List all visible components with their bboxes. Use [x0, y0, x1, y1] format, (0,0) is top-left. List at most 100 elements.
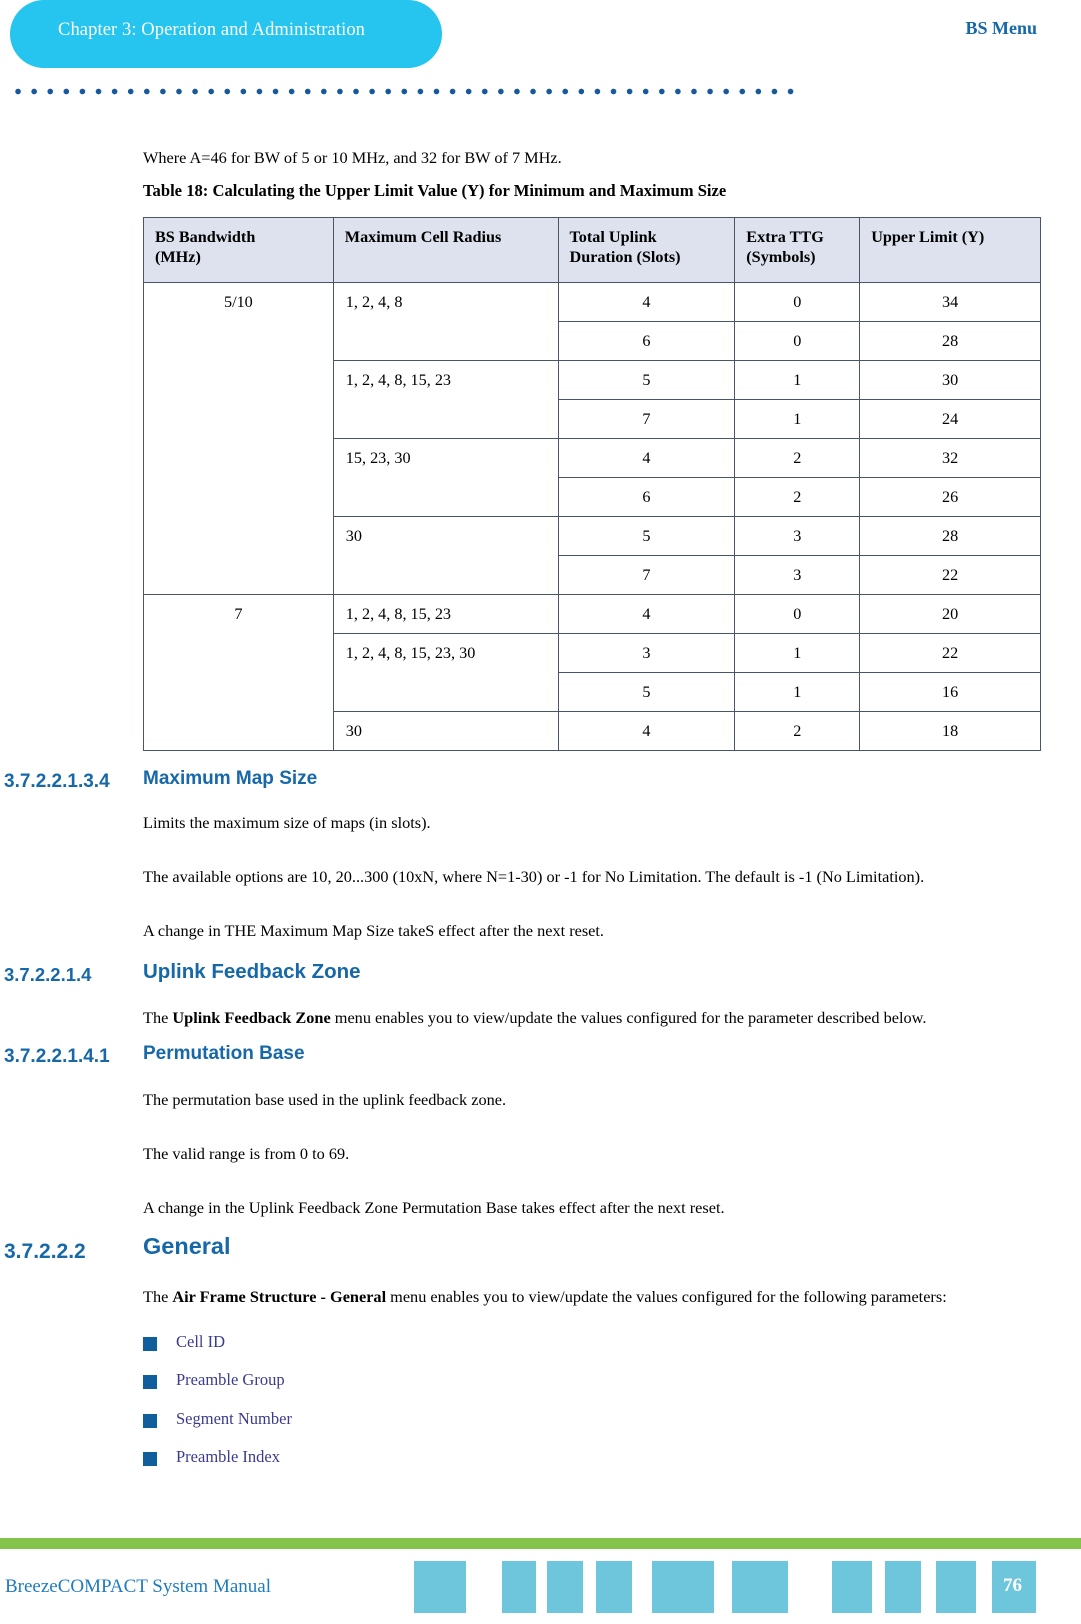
cell-total-uplink-duration: 5: [557, 671, 736, 712]
section-title-general: General: [143, 1233, 231, 1259]
footer-block: [414, 1561, 466, 1613]
list-item-label[interactable]: Preamble Group: [176, 1370, 285, 1390]
column-header-line-1: Extra TTG: [746, 228, 824, 246]
paragraph-general: The Air Frame Structure - General menu e…: [143, 1287, 947, 1307]
page-number: 76: [1003, 1575, 1022, 1596]
footer-block: [502, 1561, 536, 1613]
paragraph-map-size-reset: A change in THE Maximum Map Size takeS e…: [143, 921, 605, 940]
cell-upper-limit: 34: [859, 281, 1041, 322]
column-header-line-1: Total Uplink: [569, 228, 657, 246]
cell-upper-limit: 22: [859, 632, 1041, 673]
cell-extra-ttg: 1: [734, 398, 861, 439]
cell-total-uplink-duration: 7: [557, 398, 736, 439]
list-item-label[interactable]: Cell ID: [176, 1332, 225, 1352]
footer-manual-title: BreezeCOMPACT System Manual: [5, 1576, 271, 1597]
paragraph-text-pre: The: [143, 1008, 173, 1027]
square-bullet-icon: [143, 1337, 157, 1351]
table-header-row: BS Bandwidth (MHz) Maximum Cell Radius T…: [143, 217, 1041, 283]
page-header: Chapter 3: Operation and Administration …: [0, 0, 1081, 110]
page-footer: BreezeCOMPACT System Manual 76: [0, 1538, 1081, 1624]
column-header-max-cell-radius: Maximum Cell Radius: [332, 217, 559, 283]
section-number-maximum-map-size: 3.7.2.2.1.3.4: [4, 771, 110, 792]
square-bullet-icon: [143, 1414, 157, 1428]
cell-extra-ttg: 2: [734, 710, 861, 751]
table-header: BS Bandwidth (MHz) Maximum Cell Radius T…: [143, 217, 1041, 283]
cell-upper-limit: 30: [859, 359, 1041, 400]
square-bullet-icon: [143, 1452, 157, 1466]
upper-limit-table: BS Bandwidth (MHz) Maximum Cell Radius T…: [143, 217, 1041, 751]
footer-block: [596, 1561, 632, 1613]
table-row: 5/10 1, 2, 4, 8 4 0 34: [143, 281, 1041, 595]
cell-extra-ttg: 1: [734, 671, 861, 712]
cell-max-cell-radius: 30: [332, 515, 559, 595]
column-header-line-2: Duration (Slots): [569, 247, 681, 266]
footer-block: [547, 1561, 583, 1613]
square-bullet-icon: [143, 1375, 157, 1389]
paragraph-uplink-feedback-zone: The Uplink Feedback Zone menu enables yo…: [143, 1008, 926, 1028]
cell-extra-ttg: 2: [734, 437, 861, 478]
cell-max-cell-radius: 1, 2, 4, 8: [332, 281, 559, 361]
table-body: 5/10 1, 2, 4, 8 4 0 34 6 0 28 1, 2, 4, 8, 15, 23…: [143, 281, 1041, 751]
dotted-divider: [10, 88, 795, 95]
list-item-label[interactable]: Preamble Index: [176, 1447, 280, 1467]
cell-total-uplink-duration: 7: [557, 554, 736, 595]
cell-total-uplink-duration: 6: [557, 476, 736, 517]
cell-extra-ttg: 1: [734, 359, 861, 400]
cell-upper-limit: 18: [859, 710, 1041, 751]
cell-extra-ttg: 1: [734, 632, 861, 673]
where-line: Where A=46 for BW of 5 or 10 MHz, and 32…: [143, 148, 562, 167]
paragraph-text-pre: The: [143, 1287, 173, 1306]
column-header-upper-limit: Upper Limit (Y): [859, 217, 1041, 283]
column-header-bs-bandwidth: BS Bandwidth (MHz): [143, 217, 334, 283]
footer-block: [936, 1561, 976, 1613]
section-title-maximum-map-size: Maximum Map Size: [143, 768, 318, 789]
section-title-uplink-feedback-zone: Uplink Feedback Zone: [143, 960, 361, 983]
cell-total-uplink-duration: 4: [557, 593, 736, 634]
cell-extra-ttg: 0: [734, 281, 861, 322]
chapter-title: Chapter 3: Operation and Administration: [58, 20, 366, 40]
cell-total-uplink-duration: 4: [557, 710, 736, 751]
cell-total-uplink-duration: 4: [557, 281, 736, 322]
cell-upper-limit: 16: [859, 671, 1041, 712]
footer-green-bar: [0, 1538, 1081, 1549]
cell-max-cell-radius: 30: [332, 710, 559, 751]
cell-extra-ttg: 0: [734, 593, 861, 634]
paragraph-permutation-base-desc: The permutation base used in the uplink …: [143, 1090, 507, 1109]
section-number-general: 3.7.2.2.2: [4, 1240, 86, 1263]
paragraph-map-size-limits: Limits the maximum size of maps (in slot…: [143, 813, 431, 832]
cell-upper-limit: 24: [859, 398, 1041, 439]
cell-extra-ttg: 0: [734, 320, 861, 361]
cell-bs-bandwidth: 7: [143, 593, 334, 751]
cell-max-cell-radius: 15, 23, 30: [332, 437, 559, 517]
footer-decorative-blocks: 76: [414, 1561, 1081, 1613]
footer-block: [885, 1561, 921, 1613]
cell-extra-ttg: 2: [734, 476, 861, 517]
section-number-uplink-feedback-zone: 3.7.2.2.1.4: [4, 964, 92, 985]
column-header-extra-ttg: Extra TTG (Symbols): [734, 217, 861, 283]
cell-upper-limit: 28: [859, 515, 1041, 556]
cell-upper-limit: 20: [859, 593, 1041, 634]
cell-total-uplink-duration: 3: [557, 632, 736, 673]
column-header-line-2: (Symbols): [746, 247, 816, 266]
cell-total-uplink-duration: 5: [557, 359, 736, 400]
column-header-line-1: BS Bandwidth: [155, 228, 256, 246]
table-row: 7 1, 2, 4, 8, 15, 23 4 0 20: [143, 593, 1041, 751]
section-title-permutation-base: Permutation Base: [143, 1043, 305, 1064]
cell-bs-bandwidth: 5/10: [143, 281, 334, 595]
paragraph-text-post: menu enables you to view/update the valu…: [330, 1008, 927, 1027]
paragraph-text-bold: Air Frame Structure - General: [172, 1287, 387, 1306]
paragraph-permutation-base-reset: A change in the Uplink Feedback Zone Per…: [143, 1198, 725, 1217]
column-header-line-1: Maximum Cell Radius: [344, 228, 502, 246]
column-header-line-1: Upper Limit (Y): [871, 228, 985, 246]
table-caption: Table 18: Calculating the Upper Limit Va…: [143, 181, 727, 200]
cell-upper-limit: 28: [859, 320, 1041, 361]
cell-upper-limit: 22: [859, 554, 1041, 595]
list-item-label[interactable]: Segment Number: [176, 1409, 292, 1429]
cell-upper-limit: 32: [859, 437, 1041, 478]
paragraph-text-post: menu enables you to view/update the valu…: [386, 1287, 947, 1306]
cell-total-uplink-duration: 6: [557, 320, 736, 361]
cell-max-cell-radius: 1, 2, 4, 8, 15, 23, 30: [332, 632, 559, 712]
header-section-title: BS Menu: [965, 18, 1037, 38]
footer-block: [732, 1561, 788, 1613]
paragraph-map-size-options: The available options are 10, 20...300 (…: [143, 867, 925, 886]
